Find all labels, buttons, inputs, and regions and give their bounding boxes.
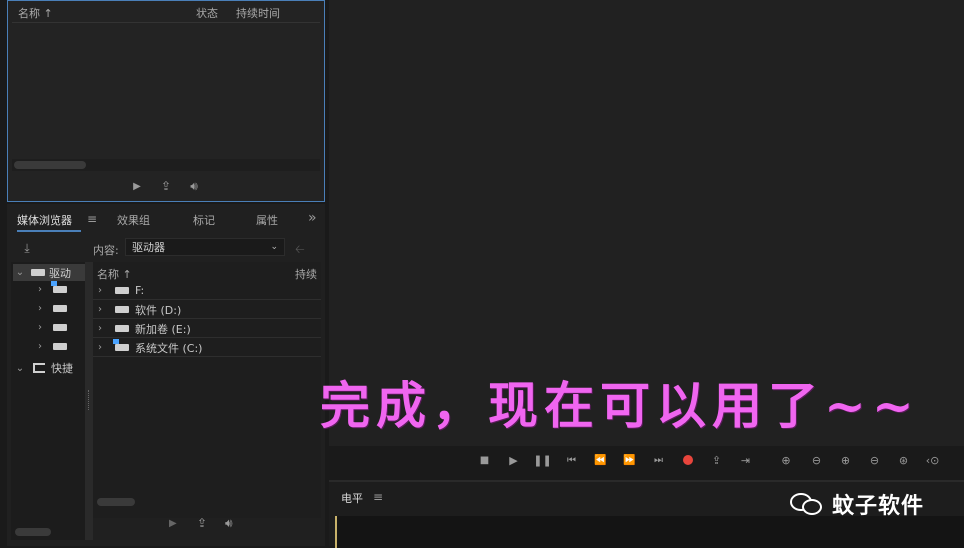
back-arrow-icon[interactable]: 🡠 (295, 240, 305, 261)
panel-menu-icon[interactable]: ≡ (373, 490, 383, 504)
stop-icon[interactable]: ■ (470, 455, 499, 466)
favorites-icon (33, 363, 45, 373)
zoom-in-time-icon[interactable]: ⊕ (831, 454, 860, 467)
list-header-name[interactable]: 名称 ↑ (97, 266, 132, 282)
tree-item-drive-2[interactable]: › (33, 303, 73, 314)
chevron-right-icon: › (38, 341, 42, 352)
tree-scrollbar-thumb[interactable] (15, 528, 51, 536)
insert-icon[interactable]: ⇪ (158, 179, 174, 193)
tree-item-favorites-label: 快捷 (51, 362, 73, 375)
go-to-start-icon[interactable]: ⏮ (557, 455, 586, 466)
drive-icon (53, 305, 67, 312)
column-status-header[interactable]: 状态 (196, 5, 218, 21)
tab-markers[interactable]: 标记 (193, 212, 215, 228)
panel-menu-icon[interactable]: ≡ (87, 212, 97, 226)
audio-icon[interactable]: 🔊︎ (184, 179, 204, 193)
column-header-divider (12, 22, 320, 23)
pause-icon[interactable]: ❚❚ (528, 454, 557, 467)
rewind-icon[interactable]: ⏪ (586, 455, 615, 466)
drive-icon (115, 325, 129, 332)
zoom-in-amplitude-icon[interactable]: ⊕ (770, 454, 802, 467)
list-header-duration[interactable]: 持续 (295, 266, 317, 282)
zoom-selection-icon[interactable]: ‹⊙ (918, 454, 947, 467)
list-scrollbar-thumb[interactable] (97, 498, 135, 506)
content-dropdown-value: 驱动器 (132, 241, 165, 254)
tree-item-drives-label: 驱动 (49, 266, 71, 280)
file-list: 名称 ↑ 持续 › F: › 软件 (D:) › 新加卷 (E:) › 系统文件 (C:) (93, 262, 321, 518)
column-duration-header[interactable]: 持续时间 (236, 5, 280, 21)
drive-label: F: (135, 284, 145, 297)
drive-row[interactable]: › 系统文件 (C:) (93, 339, 321, 357)
play-icon[interactable]: ▶ (169, 518, 177, 529)
chevron-expanded-icon: ⌄ (15, 267, 25, 278)
horizontal-scrollbar-thumb[interactable] (14, 161, 86, 169)
record-icon[interactable] (673, 455, 702, 465)
content-dropdown[interactable]: 驱动器 ⌄ (125, 238, 285, 256)
chevron-expanded-icon: ⌄ (15, 362, 25, 374)
level-meter-track (335, 516, 964, 548)
level-panel-title[interactable]: 电平 (341, 490, 363, 506)
system-drive-icon (113, 339, 129, 351)
tree-item-drive-3[interactable]: › (33, 322, 73, 333)
chevron-right-icon[interactable]: › (93, 323, 107, 334)
drive-row[interactable]: › F: (93, 282, 321, 300)
column-name-header[interactable]: 名称 ↑ (18, 5, 53, 21)
pane-splitter[interactable] (85, 262, 93, 540)
drive-label: 新加卷 (E:) (135, 322, 191, 336)
system-drive-icon (51, 281, 67, 293)
drive-label: 软件 (D:) (135, 303, 182, 317)
play-icon[interactable]: ▶ (130, 179, 144, 193)
tab-properties[interactable]: 属性 (256, 212, 278, 228)
play-icon[interactable]: ▶ (499, 454, 528, 467)
drive-row[interactable]: › 软件 (D:) (93, 301, 321, 319)
more-panels-icon[interactable]: » (308, 210, 317, 226)
audio-icon[interactable]: 🔊︎ (225, 516, 233, 531)
tab-media-browser[interactable]: 媒体浏览器 (17, 212, 72, 228)
tree-item-drive-1[interactable]: › (33, 281, 73, 295)
chevron-down-icon: ⌄ (270, 242, 278, 252)
horizontal-scrollbar-track[interactable] (12, 159, 320, 171)
project-panel: 名称 ↑ 状态 持续时间 ▶ ⇪ 🔊︎ (7, 0, 325, 202)
watermark-text: 蚊子软件 (832, 494, 925, 519)
drive-icon (115, 306, 129, 313)
zoom-out-amplitude-icon[interactable]: ⊖ (802, 454, 831, 467)
folder-tree: ⌄ 驱动 › › › › ⌄ 快捷 (11, 262, 93, 540)
drive-row[interactable]: › 新加卷 (E:) (93, 320, 321, 338)
chevron-right-icon[interactable]: › (93, 304, 107, 315)
chevron-right-icon: › (38, 303, 42, 314)
drive-icon (115, 287, 129, 294)
tab-effects[interactable]: 效果组 (117, 212, 150, 228)
fast-forward-icon[interactable]: ⏩ (615, 455, 644, 466)
transport-controls: ■ ▶ ❚❚ ⏮ ⏪ ⏩ ⏭ ⇪ ⇥ ⊕ ⊖ ⊕ ⊖ ⊛ ‹⊙ (470, 450, 964, 470)
chevron-right-icon[interactable]: › (93, 342, 107, 353)
zoom-out-time-icon[interactable]: ⊖ (860, 454, 889, 467)
content-label: 内容: (93, 244, 119, 257)
chevron-right-icon[interactable]: › (93, 285, 107, 296)
go-to-end-icon[interactable]: ⏭ (644, 455, 673, 466)
media-browser-panel: 媒体浏览器 ≡ 效果组 标记 属性 » ⤓ 内容: 驱动器 ⌄ 🡠 ⌄ 驱动 ›… (7, 204, 325, 546)
tree-item-favorites[interactable]: ⌄ 快捷 (13, 360, 73, 376)
tree-item-drive-4[interactable]: › (33, 341, 73, 352)
tab-underline (17, 230, 81, 232)
chevron-right-icon: › (38, 322, 42, 333)
subtitle-caption: 完成，现在可以用了~~ (320, 376, 920, 435)
tab-media-browser-label: 媒体浏览器 (17, 214, 72, 227)
import-icon[interactable]: ⤓ (17, 240, 37, 256)
drive-icon (53, 324, 67, 331)
loop-icon[interactable]: ⇪ (702, 454, 731, 467)
insert-icon[interactable]: ⇪ (197, 516, 207, 530)
watermark: 蚊子软件 (790, 488, 924, 520)
skip-selection-icon[interactable]: ⇥ (731, 454, 760, 467)
zoom-full-icon[interactable]: ⊛ (889, 454, 918, 467)
drive-icon (53, 343, 67, 350)
tree-item-drives[interactable]: ⌄ 驱动 (13, 264, 91, 281)
chevron-right-icon: › (38, 284, 42, 295)
drive-icon (31, 269, 45, 276)
wechat-icon (790, 491, 824, 517)
drive-label: 系统文件 (C:) (135, 341, 203, 355)
